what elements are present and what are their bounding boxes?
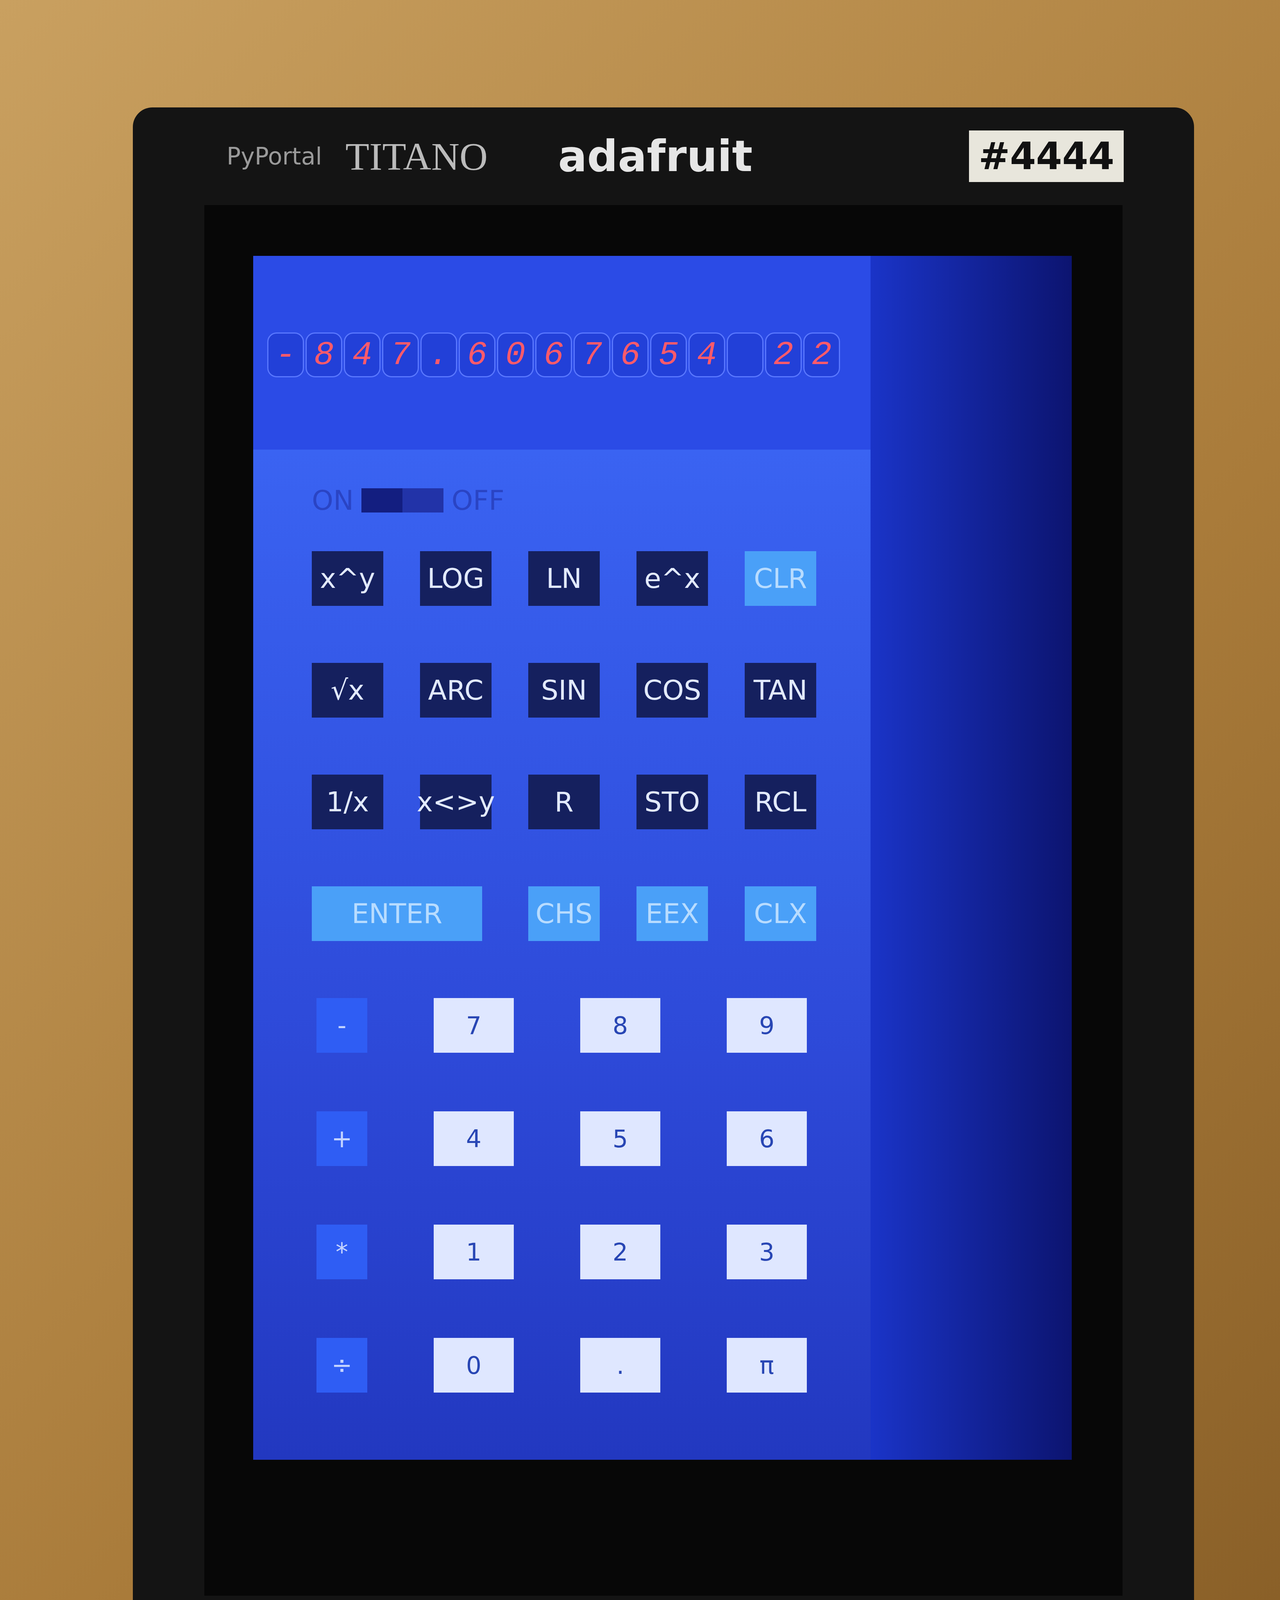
number-key[interactable]: 7 [433,998,514,1053]
digit-cell: - [267,332,304,378]
calculator-panel: -847.6067654 22 ON OFF x^yLOGLNe^xCLR√xA… [253,255,871,1461]
number-key[interactable]: 0 [433,1338,514,1393]
digit-cell: 0 [496,332,534,378]
function-key[interactable]: LN [528,551,600,607]
number-key[interactable]: 2 [580,1224,661,1280]
key-row: * 1 2 3 [316,1224,871,1280]
function-key[interactable]: RCL [744,774,817,830]
number-key[interactable]: . [580,1338,661,1393]
digit-cell: 6 [535,332,573,378]
entry-key[interactable]: CHS [528,886,600,942]
function-key[interactable]: SIN [528,663,600,718]
number-key[interactable]: ÷ [316,1338,368,1393]
digit-cell: 6 [611,332,649,378]
board-label: adafruit [557,131,753,182]
key-row: x^y LOG LN e^x CLR [311,551,871,607]
function-key[interactable]: LOG [420,551,492,607]
number-key[interactable]: 3 [726,1224,807,1280]
key-row: - 7 8 9 [316,998,871,1053]
function-key[interactable]: e^x [636,551,708,607]
number-key[interactable]: + [316,1111,368,1167]
function-key[interactable]: COS [636,663,708,718]
key-row: √x ARC SIN COS TAN [311,663,871,718]
function-key[interactable]: x<>y [420,774,492,830]
function-key[interactable]: CLR [744,551,817,607]
number-key[interactable]: π [726,1338,807,1393]
on-label: ON [311,484,354,517]
digit-cell: 7 [573,332,611,378]
switch-track[interactable] [361,488,444,513]
key-row: ÷ 0. π [316,1338,871,1393]
digit-cell [726,332,764,378]
readout-area: -847.6067654 22 [253,255,871,450]
board-label: PyPortal [226,142,322,170]
device-board: PyPortalTITANOadafruit#4444 -847.6067654… [132,107,1195,1600]
board-label: #4444 [968,130,1124,183]
switch-knob[interactable] [361,488,403,513]
key-row: ENTER CHS EEX CLX [311,886,871,942]
entry-key[interactable]: EEX [636,886,708,942]
function-key[interactable]: TAN [744,663,817,718]
function-key[interactable]: STO [636,774,708,830]
key-row: +4 5 6 [316,1111,871,1167]
function-key[interactable]: ARC [420,663,492,718]
digit-cell: 2 [803,332,841,378]
digit-cell: . [420,332,458,378]
screen-bezel: -847.6067654 22 ON OFF x^yLOGLNe^xCLR√xA… [204,205,1123,1597]
digit-cell: 8 [305,332,343,378]
number-key[interactable]: 6 [726,1111,807,1167]
digit-cell: 5 [650,332,687,378]
function-key[interactable]: R [528,774,600,830]
keypad: ON OFF x^y LOG LN e^x CLR √x ARC SIN COS TAN 1/x x<… [253,449,871,1461]
board-header: PyPortal TITANO adafruit #4444 [132,107,1195,206]
entry-key[interactable]: CLX [744,886,817,942]
function-key[interactable]: √x [311,663,384,718]
lcd-screen: -847.6067654 22 ON OFF x^yLOGLNe^xCLR√xA… [253,255,1072,1461]
digit-cell: 6 [458,332,496,378]
off-label: OFF [451,484,505,517]
photo-background: PyPortalTITANOadafruit#4444 -847.6067654… [0,0,1280,1600]
number-key[interactable]: 8 [580,998,661,1053]
entry-key[interactable]: ENTER [311,886,483,942]
number-key[interactable]: 5 [580,1111,661,1167]
number-key[interactable]: 1 [433,1224,514,1280]
function-key[interactable]: 1/x [311,774,384,830]
digit-cell: 2 [765,332,802,378]
digit-cell: 4 [688,332,726,378]
digit-display: -847.6067654 22 [267,332,871,378]
digit-cell: 4 [343,332,381,378]
number-key[interactable]: * [316,1224,368,1280]
number-key[interactable]: 9 [726,998,807,1053]
screen-blank-area [870,255,1072,1461]
function-key[interactable]: x^y [311,551,384,607]
board-label: TITANO [345,134,488,179]
power-switch[interactable]: ON OFF [311,477,871,524]
number-key[interactable]: - [316,998,368,1053]
number-key[interactable]: 4 [433,1111,514,1167]
digit-cell: 7 [382,332,419,378]
key-row: 1/x x<>y R STO RCL [311,774,871,830]
